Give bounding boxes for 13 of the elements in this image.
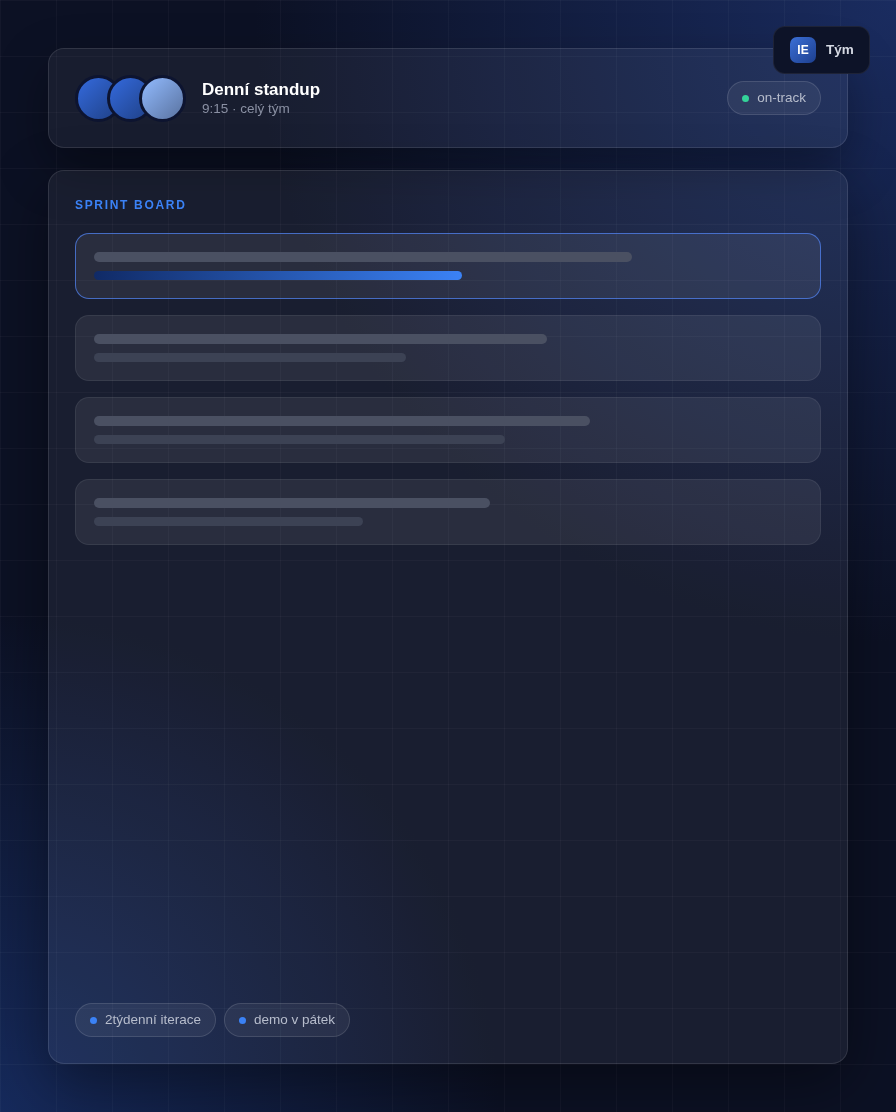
team-label: Tým	[826, 40, 854, 59]
team-logo: IE	[790, 37, 816, 63]
status-dot-icon	[742, 94, 750, 102]
meeting-title: Denní standup	[202, 79, 321, 100]
team-badge[interactable]: IE Tým	[773, 26, 870, 74]
board-title: SPRINT BOARD	[75, 197, 188, 213]
chip-label: 2týdenní iterace	[105, 1010, 202, 1029]
chip-label: demo v pátek	[254, 1010, 336, 1029]
dot-icon	[239, 1016, 247, 1024]
dot-icon	[90, 1016, 97, 1024]
task-card[interactable]	[75, 233, 821, 299]
meeting-subtitle: 9:15 · celý tým	[202, 99, 291, 117]
status-label: on-track	[757, 88, 806, 107]
